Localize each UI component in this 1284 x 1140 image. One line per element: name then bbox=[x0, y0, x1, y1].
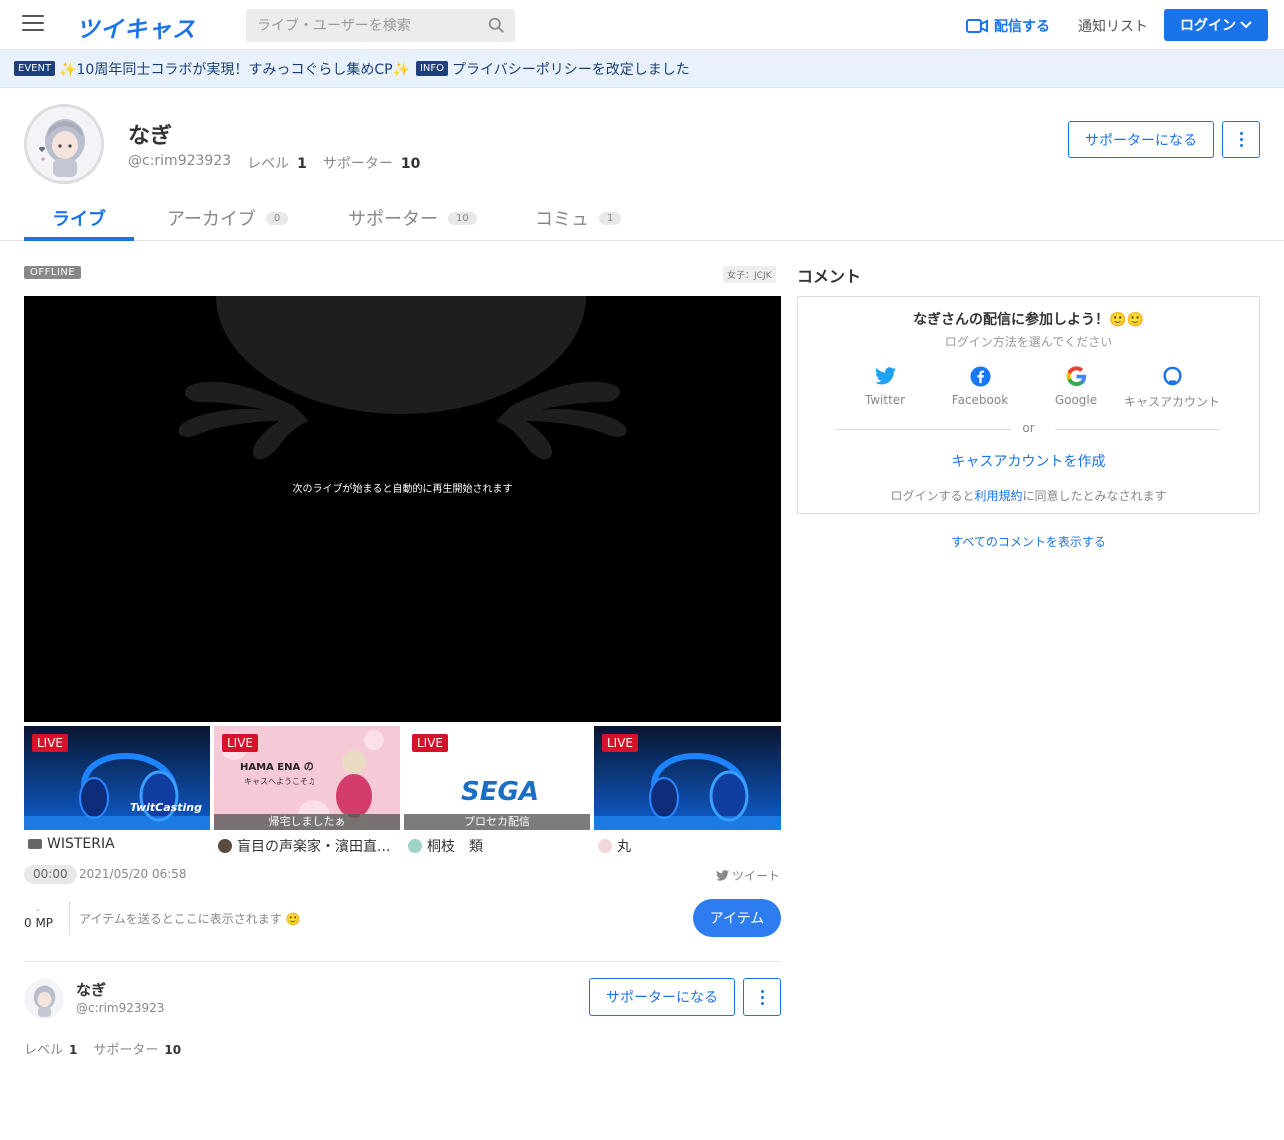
twitter-bird-icon bbox=[716, 870, 729, 881]
profile-id: @c:rim923923 bbox=[128, 153, 232, 169]
profile-tabs: ライブ アーカイブ 0 サポーター 10 コミュ 1 bbox=[0, 195, 1284, 241]
login-label: ログイン bbox=[1180, 18, 1236, 34]
menu-icon[interactable] bbox=[22, 15, 44, 33]
avatar[interactable] bbox=[24, 104, 104, 184]
avatar[interactable] bbox=[24, 979, 64, 1019]
broadcast-date: 2021/05/20 06:58 bbox=[79, 867, 187, 881]
user-icon bbox=[218, 839, 232, 853]
live-thumbnail[interactable]: LIVE bbox=[594, 726, 781, 830]
tab-archive[interactable]: アーカイブ 0 bbox=[167, 195, 289, 241]
broadcast-button[interactable]: 配信する bbox=[966, 16, 1050, 36]
become-supporter-button[interactable]: サポーターになる bbox=[589, 978, 735, 1016]
item-button[interactable]: アイテム bbox=[693, 899, 781, 937]
terms-link[interactable]: 利用規約 bbox=[974, 489, 1022, 503]
search-input[interactable] bbox=[246, 9, 476, 42]
banner-subtitle: キャスへようこそ♫ bbox=[244, 777, 315, 786]
elapsed-time: 00:00 bbox=[24, 865, 77, 884]
mascot-silhouette bbox=[178, 296, 627, 460]
live-title[interactable]: WISTERIA bbox=[28, 836, 208, 852]
offline-badge: OFFLINE bbox=[24, 266, 82, 279]
comment-heading: コメント bbox=[797, 267, 862, 286]
live-tag: LIVE bbox=[412, 734, 449, 752]
chevron-down-icon bbox=[1240, 21, 1252, 29]
owner-supporters: サポーター 10 bbox=[93, 1043, 182, 1058]
announcement-bar: EVENT ✨10周年同士コラボが実現！すみっコぐらし集めCP✨ INFO プラ… bbox=[0, 50, 1284, 88]
tab-count: 10 bbox=[448, 211, 477, 225]
player-message: 次のライブが始まると自動的に再生開始されます bbox=[292, 484, 513, 495]
tab-count: 0 bbox=[265, 211, 289, 225]
facebook-icon bbox=[969, 365, 991, 387]
facebook-login[interactable]: Facebook bbox=[932, 365, 1028, 407]
twitter-login[interactable]: Twitter bbox=[837, 365, 933, 407]
tab-community[interactable]: コミュ 1 bbox=[535, 195, 622, 241]
live-tag: LIVE bbox=[222, 734, 259, 752]
profile-level: レベル 1 bbox=[247, 156, 307, 172]
owner-level: レベル 1 bbox=[24, 1043, 78, 1058]
login-panel: なぎさんの配信に参加しよう！🙂🙂 ログイン方法を選んでください Twitter … bbox=[797, 296, 1260, 514]
owner-name[interactable]: なぎ bbox=[76, 979, 106, 1000]
broadcast-label: 配信する bbox=[994, 19, 1050, 35]
tab-count: 1 bbox=[599, 211, 622, 225]
owner-id: @c:rim923923 bbox=[76, 1001, 165, 1015]
more-options-icon[interactable] bbox=[743, 978, 781, 1016]
tweet-link[interactable]: ツイート bbox=[716, 867, 780, 884]
live-thumbnail[interactable]: HAMA ENA の キャスへようこそ♫ LIVE 帰宅しましたぁ bbox=[214, 726, 400, 830]
tab-supporters[interactable]: サポーター 10 bbox=[348, 195, 477, 241]
live-tag: LIVE bbox=[32, 734, 69, 752]
thumbnail-caption: プロセカ配信 bbox=[404, 814, 590, 830]
show-all-comments-link[interactable]: すべてのコメントを表示する bbox=[797, 533, 1260, 550]
site-logo[interactable]: ツイキャス bbox=[76, 10, 196, 44]
event-link[interactable]: ✨10周年同士コラボが実現！すみっコぐらし集めCP✨ bbox=[59, 59, 410, 79]
or-label: or bbox=[1022, 421, 1035, 435]
mp-counter: - 0 MP bbox=[24, 905, 54, 930]
twitter-icon bbox=[874, 367, 896, 385]
search-box bbox=[246, 9, 515, 42]
user-icon bbox=[408, 839, 422, 853]
live-tag: LIVE bbox=[602, 734, 639, 752]
user-icon bbox=[28, 839, 42, 849]
notification-list-link[interactable]: 通知リスト bbox=[1078, 16, 1148, 36]
live-title[interactable]: 盲目の声楽家・濱田直... bbox=[218, 836, 398, 856]
more-options-icon[interactable] bbox=[1222, 121, 1260, 158]
search-icon[interactable] bbox=[488, 17, 505, 34]
thumbnail-caption: 帰宅しましたぁ bbox=[214, 814, 400, 830]
join-title: なぎさんの配信に参加しよう！🙂🙂 bbox=[913, 312, 1144, 328]
profile-name: なぎ bbox=[128, 124, 173, 149]
profile-meta: @c:rim923923 レベル 1 サポーター 10 bbox=[128, 153, 420, 173]
login-prompt: ログイン方法を選んでください bbox=[944, 335, 1113, 349]
divider bbox=[69, 901, 70, 935]
info-link[interactable]: プライバシーポリシーを改定しました bbox=[452, 59, 690, 79]
active-tab-indicator bbox=[24, 237, 134, 241]
info-tag: INFO bbox=[415, 61, 449, 76]
sega-logo-text: SEGA bbox=[461, 777, 539, 807]
video-camera-icon bbox=[966, 19, 988, 33]
cas-account-login[interactable]: キャスアカウント bbox=[1124, 365, 1220, 410]
event-tag: EVENT bbox=[14, 61, 56, 76]
live-title[interactable]: 桐枝 類 bbox=[408, 836, 588, 856]
google-icon bbox=[1066, 365, 1086, 386]
video-player[interactable]: 次のライブが始まると自動的に再生開始されます bbox=[24, 296, 781, 722]
login-button[interactable]: ログイン bbox=[1164, 9, 1268, 41]
owner-meta: レベル 1 サポーター 10 bbox=[24, 1039, 181, 1058]
profile-supporters: サポーター 10 bbox=[322, 156, 421, 172]
live-title[interactable]: 丸 bbox=[598, 836, 778, 856]
become-supporter-button[interactable]: サポーターになる bbox=[1068, 121, 1214, 158]
terms-notice: ログインすると利用規約に同意したとみなされます bbox=[890, 489, 1167, 503]
category-badge[interactable]: 女子：JCJK bbox=[723, 266, 776, 283]
user-icon bbox=[598, 839, 612, 853]
twitcasting-logo-text: TwitCasting bbox=[130, 801, 202, 814]
google-login[interactable]: Google bbox=[1028, 365, 1124, 407]
twitcasting-icon bbox=[1162, 366, 1182, 385]
create-account-link[interactable]: キャスアカウントを作成 bbox=[798, 451, 1259, 471]
live-thumbnail[interactable]: TwitCasting LIVE bbox=[24, 726, 210, 830]
tab-live[interactable]: ライブ bbox=[52, 195, 106, 241]
live-thumbnail[interactable]: SEGA LIVE プロセカ配信 bbox=[404, 726, 590, 830]
banner-title: HAMA ENA の bbox=[240, 762, 314, 773]
top-header: ツイキャス 配信する 通知リスト ログイン bbox=[0, 0, 1284, 50]
divider bbox=[24, 961, 781, 962]
item-placeholder-text: アイテムを送るとここに表示されます 🙂 bbox=[79, 912, 301, 926]
